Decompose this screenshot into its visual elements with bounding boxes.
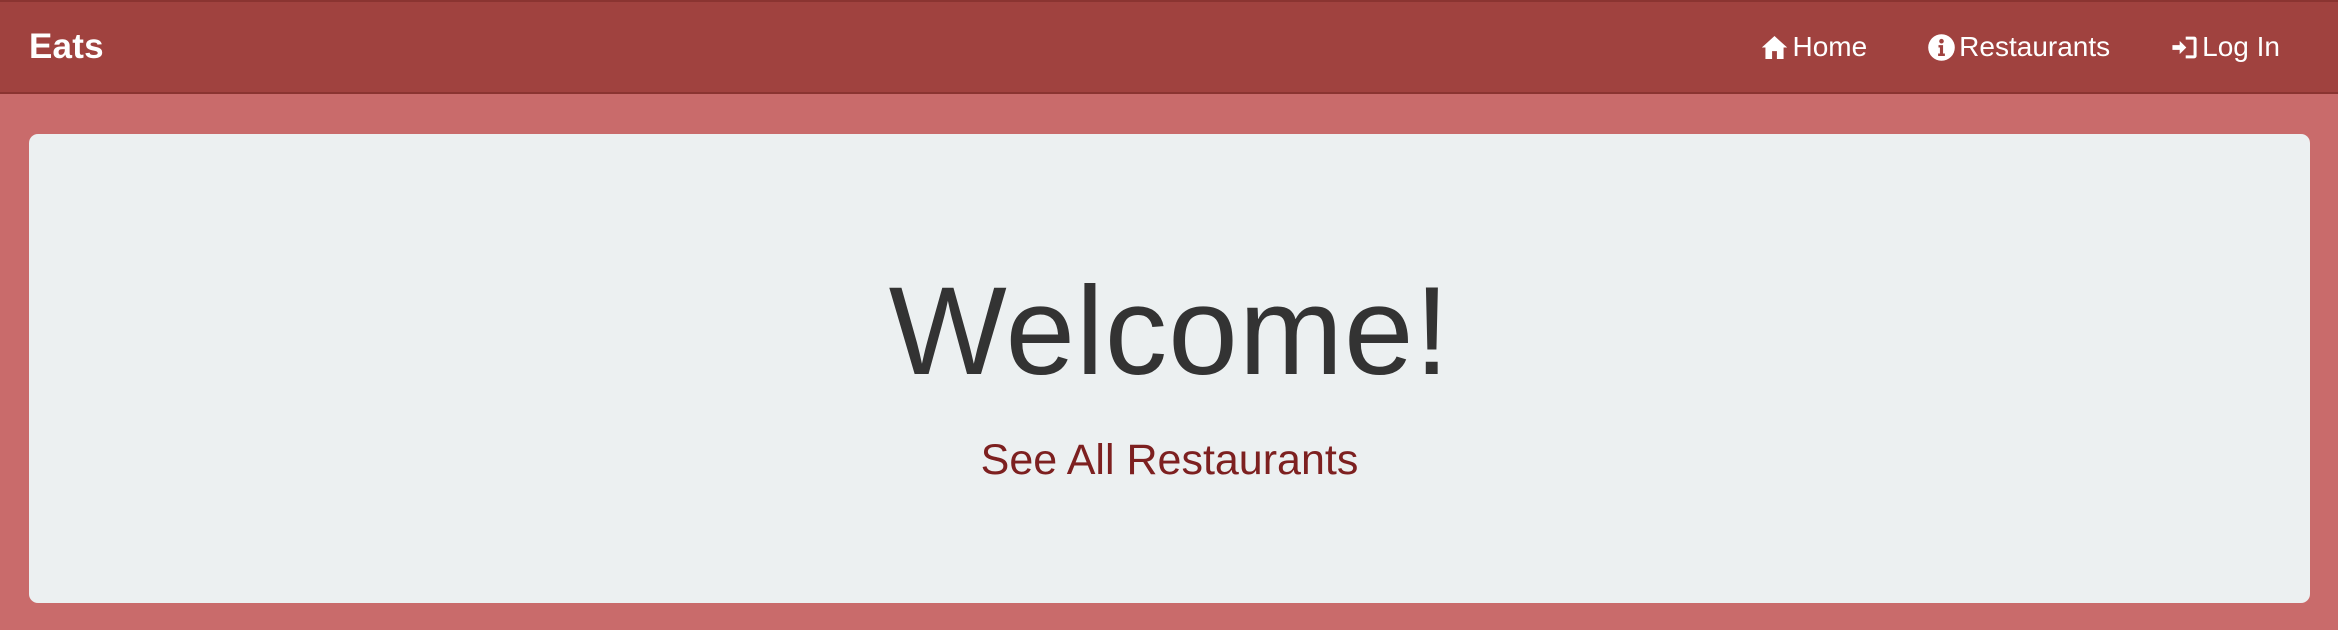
log-in-icon bbox=[2172, 36, 2197, 58]
welcome-jumbotron: Welcome! See All Restaurants bbox=[29, 134, 2310, 603]
nav-restaurants-label: Restaurants bbox=[1959, 31, 2111, 62]
top-navbar: Eats Home Restaurants Log In bbox=[0, 0, 2338, 94]
see-all-restaurants-label: See All Restaurants bbox=[980, 436, 1359, 484]
home-icon bbox=[1762, 35, 1788, 59]
nav-restaurants-link[interactable]: Restaurants bbox=[1927, 31, 2110, 63]
nav-login-link[interactable]: Log In bbox=[2170, 31, 2280, 63]
nav-login-label: Log In bbox=[2202, 31, 2280, 62]
info-icon bbox=[1928, 33, 1955, 61]
nav-links: Home Restaurants Log In bbox=[1700, 31, 2280, 63]
see-all-restaurants-link[interactable]: See All Restaurants bbox=[29, 436, 2310, 485]
nav-home-label: Home bbox=[1792, 31, 1868, 62]
brand-link[interactable]: Eats bbox=[29, 27, 104, 67]
nav-home-link[interactable]: Home bbox=[1760, 31, 1867, 63]
welcome-heading: Welcome! bbox=[888, 262, 1451, 401]
